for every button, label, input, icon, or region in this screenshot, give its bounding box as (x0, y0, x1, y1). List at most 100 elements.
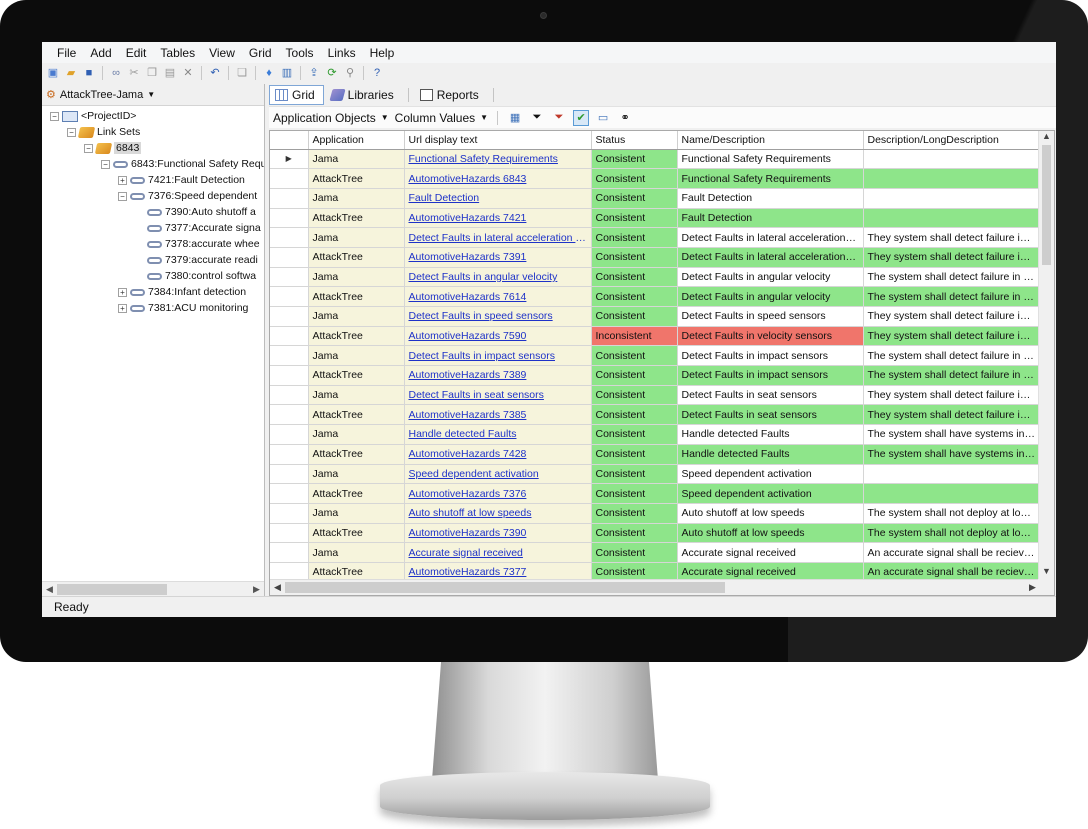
menu-links[interactable]: Links (321, 46, 363, 60)
tree-node[interactable]: +7421:Fault Detection (118, 172, 245, 188)
scrollbar-thumb[interactable] (1042, 145, 1051, 265)
tree-node[interactable]: − 6843:Functional Safety Requ (101, 156, 264, 172)
export-icon[interactable]: ⇪ (306, 65, 322, 81)
link-icon[interactable]: ∞ (108, 65, 124, 81)
cell-url-link[interactable]: Speed dependent activation (404, 464, 592, 485)
undo-icon[interactable]: ↶ (207, 65, 223, 81)
table-row[interactable]: Jama Auto shutoff at low speeds Consistent… (270, 503, 1041, 524)
table-row[interactable]: AttackTree AutomotiveHazards 7421 Consiste… (270, 208, 1041, 229)
tab-reports[interactable]: Reports (415, 85, 487, 105)
cell-url-link[interactable]: AutomotiveHazards 7614 (404, 286, 592, 307)
duplicate-icon[interactable]: ❏ (234, 65, 250, 81)
menu-help[interactable]: Help (363, 46, 402, 60)
open-folder-icon[interactable]: ▰ (63, 65, 79, 81)
scroll-right-icon[interactable]: ▶ (249, 584, 264, 595)
comment-icon[interactable]: ▭ (595, 110, 611, 126)
scrollbar-thumb[interactable] (57, 583, 167, 595)
scrollbar-thumb[interactable] (285, 582, 725, 593)
columns-icon[interactable]: ▦ (507, 110, 523, 126)
table-row[interactable]: AttackTree AutomotiveHazards 7376 Consiste… (270, 483, 1041, 504)
clear-filter-icon[interactable]: ⏷ (551, 110, 567, 126)
column-header-status[interactable]: Status (591, 131, 678, 150)
table-row[interactable]: AttackTree AutomotiveHazards 6843 Consiste… (270, 168, 1041, 189)
application-objects-dropdown[interactable]: Application Objects ▼ (273, 111, 389, 125)
cell-url-link[interactable]: Detect Faults in impact sensors (404, 345, 592, 367)
refresh-icon[interactable]: ⟳ (324, 65, 340, 81)
scroll-left-icon[interactable]: ◀ (42, 584, 57, 595)
save-icon[interactable]: ■ (81, 65, 97, 81)
column-header-application[interactable]: Application (308, 131, 405, 150)
tree-node[interactable]: 7378:accurate whee (135, 236, 260, 252)
tab-libraries[interactable]: Libraries (326, 85, 402, 105)
tree-horizontal-scrollbar[interactable]: ◀ ▶ (42, 581, 264, 596)
column-header-description[interactable]: Description/LongDescription (863, 131, 1041, 150)
tree-node[interactable]: +7381:ACU monitoring (118, 300, 248, 316)
menu-file[interactable]: File (50, 46, 83, 60)
column-header-name[interactable]: Name/Description (677, 131, 864, 150)
menu-tables[interactable]: Tables (153, 46, 202, 60)
scroll-up-icon[interactable]: ▲ (1039, 131, 1054, 145)
tree-node[interactable]: 7379:accurate readi (135, 252, 258, 268)
column-header-url[interactable]: Url display text (404, 131, 592, 150)
cell-url-link[interactable]: Detect Faults in angular velocity (404, 267, 592, 288)
tree-node[interactable]: − <ProjectID> (50, 108, 136, 124)
expand-icon[interactable]: + (118, 303, 127, 313)
cut-icon[interactable]: ✂ (126, 65, 142, 81)
tree-node[interactable]: +7384:Infant detection (118, 284, 246, 300)
table-row[interactable]: Jama Speed dependent activation Consistent… (270, 464, 1041, 485)
column-values-dropdown[interactable]: Column Values ▼ (395, 111, 488, 125)
scroll-left-icon[interactable]: ◀ (270, 582, 285, 593)
cell-url-link[interactable]: Auto shutoff at low speeds (404, 503, 592, 524)
cell-url-link[interactable]: Fault Detection (404, 188, 592, 209)
collapse-icon[interactable]: − (67, 127, 76, 137)
table-row[interactable]: Jama Detect Faults in impact sensors Consi… (270, 345, 1041, 367)
cell-url-link[interactable]: AutomotiveHazards 7376 (404, 483, 592, 504)
table-row[interactable]: AttackTree AutomotiveHazards 7614 Consiste… (270, 286, 1041, 307)
collapse-icon[interactable]: − (84, 143, 93, 153)
bulb-icon[interactable]: ♦ (261, 65, 277, 81)
table-row[interactable]: AttackTree AutomotiveHazards 7391 Consiste… (270, 247, 1041, 268)
menu-view[interactable]: View (202, 46, 242, 60)
grid-horizontal-scrollbar[interactable]: ◀ ▶ (270, 579, 1040, 595)
tree-node[interactable]: − 6843 (84, 140, 142, 156)
help-icon[interactable]: ? (369, 65, 385, 81)
plugin-icon[interactable]: ⚲ (342, 65, 358, 81)
collapse-icon[interactable]: − (50, 111, 59, 121)
table-row[interactable]: AttackTree AutomotiveHazards 7390 Consiste… (270, 523, 1041, 544)
cell-url-link[interactable]: AutomotiveHazards 7389 (404, 365, 592, 386)
table-row[interactable]: Jama Handle detected Faults Consistent Hand… (270, 424, 1041, 445)
tree-node[interactable]: 7390:Auto shutoff a (135, 204, 256, 220)
scroll-down-icon[interactable]: ▼ (1039, 566, 1054, 580)
menu-add[interactable]: Add (83, 46, 118, 60)
grid-vertical-scrollbar[interactable]: ▲ ▼ (1038, 131, 1054, 580)
table-row[interactable]: Jama Accurate signal received Consistent Ac… (270, 542, 1041, 563)
expand-icon[interactable]: + (118, 287, 127, 297)
consistency-filter-icon[interactable]: ✔ (573, 109, 590, 126)
delete-icon[interactable]: ✕ (180, 65, 196, 81)
collapse-icon[interactable]: − (101, 159, 110, 169)
menu-grid[interactable]: Grid (242, 46, 279, 60)
tree-node[interactable]: 7377:Accurate signa (135, 220, 261, 236)
document-icon[interactable]: ▥ (279, 65, 295, 81)
paste-icon[interactable]: ▤ (162, 65, 178, 81)
table-row[interactable]: Jama Detect Faults in seat sensors Consist… (270, 385, 1041, 406)
table-row[interactable]: ▶ Jama Functional Safety Requirements Consi… (270, 149, 1041, 170)
table-row[interactable]: Jama Detect Faults in angular velocity Con… (270, 267, 1041, 288)
table-row[interactable]: AttackTree AutomotiveHazards 7385 Consiste… (270, 404, 1041, 426)
cell-url-link[interactable]: Detect Faults in lateral acceleration s.… (404, 227, 592, 248)
collapse-icon[interactable]: − (118, 191, 127, 201)
cell-url-link[interactable]: Functional Safety Requirements (404, 149, 592, 170)
cell-url-link[interactable]: Detect Faults in speed sensors (404, 306, 592, 327)
new-icon[interactable]: ▣ (45, 65, 61, 81)
cell-url-link[interactable]: AutomotiveHazards 7390 (404, 523, 592, 544)
table-row[interactable]: AttackTree AutomotiveHazards 7389 Consiste… (270, 365, 1041, 386)
cell-url-link[interactable]: AutomotiveHazards 7391 (404, 247, 592, 268)
tree-node[interactable]: − 7376:Speed dependent (118, 188, 257, 204)
project-selector[interactable]: ⚙ AttackTree-Jama ▼ (42, 84, 264, 106)
menu-edit[interactable]: Edit (119, 46, 154, 60)
filter-icon[interactable]: ⏷ (529, 110, 545, 126)
expand-icon[interactable]: + (118, 175, 127, 185)
menu-tools[interactable]: Tools (279, 46, 321, 60)
cell-url-link[interactable]: AutomotiveHazards 7428 (404, 444, 592, 465)
cell-url-link[interactable]: AutomotiveHazards 7590 (404, 326, 592, 347)
